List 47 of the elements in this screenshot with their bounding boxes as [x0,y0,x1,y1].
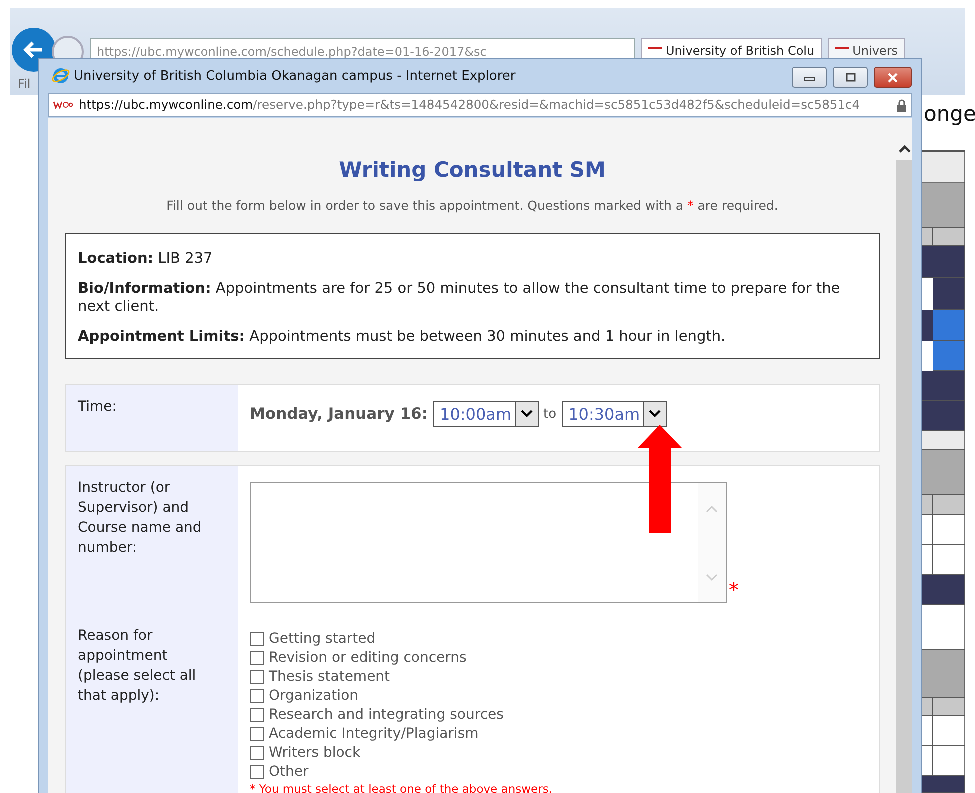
field-label: Reason for appointment (please select all that apply): [78,627,198,706]
checkbox[interactable] [250,746,264,760]
time-dropdown[interactable]: 10:00am [433,401,539,427]
checkbox-option[interactable]: Thesis statement [250,667,867,686]
error-message: * You must select at least one of the above answers. [250,782,554,793]
field-label: Time: [78,398,118,417]
menu-item[interactable]: Fil [18,77,31,91]
address-text: https://ubc.mywconline.com/reserve.php?type=r&ts=1484542800&resid=&machid=sc5851c53d482f5&scheduleid=sc5851c4 [79,98,862,112]
instruction-text: Fill out the form below in order to save this appointment. Questions marked with a * are required. [166,198,780,213]
form-title: Writing Consultant SM [338,158,607,182]
separator-text: to [544,406,557,422]
window-title: University of British Columbia Okanagan campus - Internet Explorer [74,68,517,84]
required-mark: * [729,581,739,599]
checkbox[interactable] [250,764,264,778]
scroll-up-icon[interactable] [898,144,912,154]
date-label: Monday, January 16: [250,405,428,423]
checkbox-option[interactable]: Academic Integrity/Plagiarism [250,724,867,743]
checkbox[interactable] [250,632,264,646]
checkbox-option[interactable]: Other [250,762,867,781]
restore-button[interactable] [833,67,868,88]
info-text: Location: LIB 237 [78,250,214,268]
checkbox[interactable] [250,708,264,722]
checkbox-option[interactable]: Revision or editing concerns [250,648,867,667]
info-text: Appointment Limits: Appointments must be between 30 minutes and 1 hour in length. [78,328,727,346]
address-text: https://ubc.mywconline.com/schedule.php?date=01-16-2017&sc [97,45,487,59]
checkbox[interactable] [250,670,264,684]
time-dropdown[interactable]: 10:30am [562,401,668,427]
checkbox[interactable] [250,688,264,702]
checkbox-option[interactable]: Getting started [250,629,867,648]
close-button[interactable] [874,67,912,88]
info-text: Bio/Information: Appointments are for 25 or 50 minutes to allow the consultant time to prepare for the next client. [78,280,842,316]
restore-icon [844,72,856,82]
checkbox-option[interactable]: Organization [250,686,867,705]
scroll-thumb[interactable] [896,160,912,793]
checkbox[interactable] [250,650,264,664]
field-label: Instructor (or Supervisor) and Course name and number: [78,479,203,558]
chevron-down-icon [520,410,533,418]
address-bar[interactable]: https://ubc.mywconline.com/reserve.php?type=r&ts=1484542800&resid=&machid=sc5851c53d482f5&scheduleid=sc5851c4 [48,93,912,117]
checkbox-option[interactable]: Research and integrating sources [250,705,867,724]
close-icon [887,72,899,82]
page-heading: onge [924,102,975,126]
checkbox-option[interactable]: Writers block [250,743,867,762]
browser-logo-icon [52,67,70,85]
lock-icon [897,98,907,112]
chevron-down-icon [649,410,662,418]
minimize-button[interactable] [792,67,827,88]
checkbox[interactable] [250,726,264,740]
